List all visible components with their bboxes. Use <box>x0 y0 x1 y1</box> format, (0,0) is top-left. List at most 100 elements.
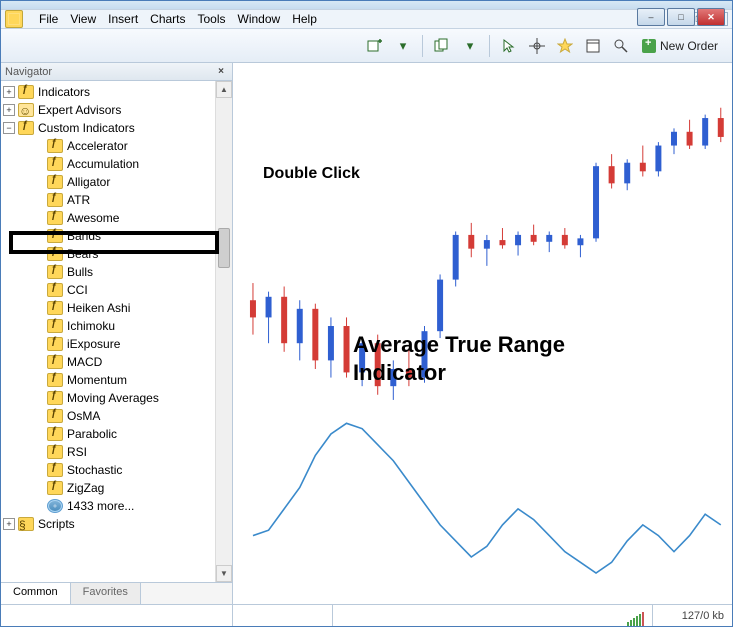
navigator-panel: Navigator × +Indicators+Expert Advisors−… <box>1 63 233 604</box>
toolbar-separator <box>489 35 490 57</box>
tree-item-momentum[interactable]: Momentum <box>1 371 215 389</box>
expand-icon[interactable]: − <box>3 122 15 134</box>
tree-item-iexposure[interactable]: iExposure <box>1 335 215 353</box>
menu-help[interactable]: Help <box>292 12 317 26</box>
folder-icon <box>18 517 34 531</box>
tree-label: Alligator <box>67 175 110 189</box>
expand-icon[interactable]: + <box>3 86 15 98</box>
tree-item-custom-indicators[interactable]: −Custom Indicators <box>1 119 215 137</box>
tree-label: Bulls <box>67 265 93 279</box>
folder-icon <box>47 355 63 369</box>
scroll-thumb[interactable] <box>218 228 230 268</box>
tree-item-bulls[interactable]: Bulls <box>1 263 215 281</box>
folder-icon <box>47 211 63 225</box>
tree-label: RSI <box>67 445 87 459</box>
scroll-up-icon[interactable]: ▲ <box>216 81 232 98</box>
status-seg <box>233 605 333 626</box>
folder-icon <box>47 247 63 261</box>
tree-label: Momentum <box>67 373 127 387</box>
tree-item-bears[interactable]: Bears <box>1 245 215 263</box>
tree-item-alligator[interactable]: Alligator <box>1 173 215 191</box>
menu-view[interactable]: View <box>70 12 96 26</box>
navigator-close-icon[interactable]: × <box>214 65 228 79</box>
tree-label: 1433 more... <box>67 499 134 513</box>
tree-item-parabolic[interactable]: Parabolic <box>1 425 215 443</box>
tree-item-heiken-ashi[interactable]: Heiken Ashi <box>1 299 215 317</box>
tree-label: Stochastic <box>67 463 122 477</box>
menu-window[interactable]: Window <box>238 12 281 26</box>
expand-icon[interactable]: + <box>3 518 15 530</box>
atr-title-annotation: Average True Range Indicator <box>353 331 565 386</box>
navigator-body: + Indicators +Expert Advisors−Custom Indic… <box>1 81 232 582</box>
expand-icon[interactable]: + <box>3 104 15 116</box>
tree-item-accumulation[interactable]: Accumulation <box>1 155 215 173</box>
folder-icon <box>47 409 63 423</box>
tree-item-expert-advisors[interactable]: +Expert Advisors <box>1 101 215 119</box>
folder-icon <box>47 373 63 387</box>
folder-icon <box>18 103 34 117</box>
tree-item-more[interactable]: 1433 more... <box>1 497 215 515</box>
tree-label: Moving Averages <box>67 391 159 405</box>
tree-item-bands[interactable]: Bands <box>1 227 215 245</box>
folder-icon <box>47 445 63 459</box>
tree-item-scripts[interactable]: + Scripts <box>1 515 215 533</box>
folder-icon <box>47 319 63 333</box>
tree-item-indicators[interactable]: + Indicators <box>1 83 215 101</box>
plus-icon <box>642 39 656 53</box>
tree-item-accelerator[interactable]: Accelerator <box>1 137 215 155</box>
cursor-button[interactable] <box>498 35 520 57</box>
folder-icon <box>47 337 63 351</box>
scroll-track[interactable] <box>216 98 232 565</box>
connection-bars-icon <box>619 605 652 626</box>
status-bar: 127/0 kb <box>1 604 732 626</box>
zoom-button[interactable] <box>610 35 632 57</box>
crosshair-button[interactable] <box>526 35 548 57</box>
tab-favorites[interactable]: Favorites <box>71 583 141 604</box>
tree-item-cci[interactable]: CCI <box>1 281 215 299</box>
scrollbar[interactable]: ▲ ▼ <box>215 81 232 582</box>
tab-common[interactable]: Common <box>1 583 71 604</box>
tree-item-ichimoku[interactable]: Ichimoku <box>1 317 215 335</box>
tree-label: Scripts <box>38 517 75 531</box>
toolbar: ▾ ▾ New Order <box>1 29 732 63</box>
tree-item-stochastic[interactable]: Stochastic <box>1 461 215 479</box>
menu-file[interactable]: File <box>39 12 58 26</box>
tree-item-awesome[interactable]: Awesome <box>1 209 215 227</box>
dropdown-icon[interactable]: ▾ <box>459 35 481 57</box>
tree-label: Bears <box>67 247 98 261</box>
menu-tools[interactable]: Tools <box>198 12 226 26</box>
new-chart-button[interactable] <box>364 35 386 57</box>
tree-item-zigzag[interactable]: ZigZag <box>1 479 215 497</box>
tree-item-macd[interactable]: MACD <box>1 353 215 371</box>
favorites-icon[interactable] <box>554 35 576 57</box>
navigator-tree[interactable]: + Indicators +Expert Advisors−Custom Indic… <box>1 81 215 582</box>
scroll-down-icon[interactable]: ▼ <box>216 565 232 582</box>
navigator-header[interactable]: Navigator × <box>1 63 232 81</box>
close-button[interactable]: ✕ <box>697 8 725 26</box>
folder-icon <box>47 301 63 315</box>
titlebar[interactable] <box>1 1 732 9</box>
tree-label: Bands <box>67 229 101 243</box>
minimize-button[interactable]: – <box>637 8 665 26</box>
menu-insert[interactable]: Insert <box>108 12 138 26</box>
dropdown-icon[interactable]: ▾ <box>392 35 414 57</box>
tree-label: Parabolic <box>67 427 117 441</box>
chart-area[interactable]: Double Click Average True Range Indicato… <box>233 63 732 604</box>
data-window-button[interactable] <box>582 35 604 57</box>
new-order-button[interactable]: New Order <box>638 37 722 55</box>
app-icon <box>5 10 23 28</box>
work-area: Navigator × +Indicators+Expert Advisors−… <box>1 63 732 604</box>
status-seg-left <box>1 605 233 626</box>
tree-item-rsi[interactable]: RSI <box>1 443 215 461</box>
folder-icon <box>47 499 63 513</box>
tree-item-atr[interactable]: ATR <box>1 191 215 209</box>
menu-charts[interactable]: Charts <box>150 12 185 26</box>
folder-icon <box>47 463 63 477</box>
folder-icon <box>47 391 63 405</box>
tree-item-osma[interactable]: OsMA <box>1 407 215 425</box>
maximize-button[interactable]: □ <box>667 8 695 26</box>
folder-icon <box>47 265 63 279</box>
profiles-button[interactable] <box>431 35 453 57</box>
tree-label: Indicators <box>38 85 90 99</box>
tree-item-moving-averages[interactable]: Moving Averages <box>1 389 215 407</box>
